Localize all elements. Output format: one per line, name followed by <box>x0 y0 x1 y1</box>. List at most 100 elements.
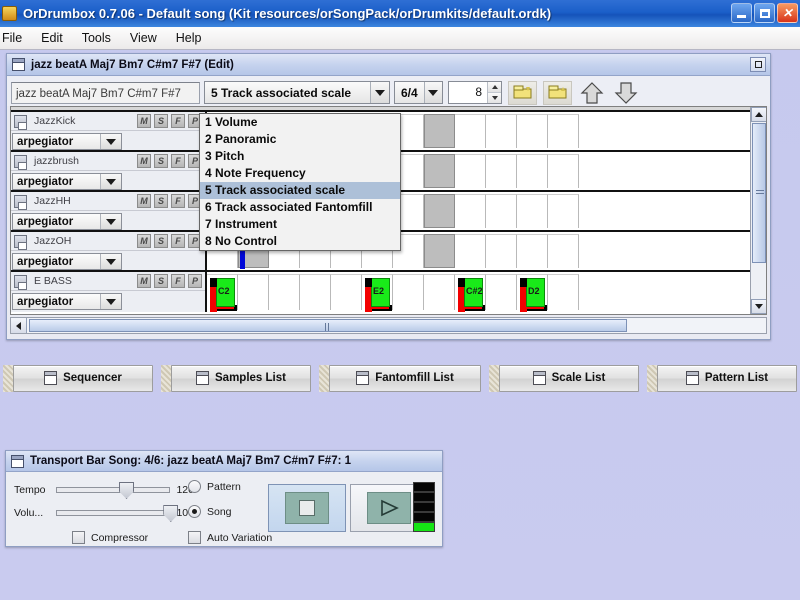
track-generator-combo[interactable]: arpegiator <box>12 293 122 310</box>
vertical-scroll-thumb[interactable] <box>751 123 766 263</box>
grid-horizontal-scrollbar[interactable] <box>10 317 767 334</box>
nav-button-samples-list[interactable]: Samples List <box>171 364 311 392</box>
scroll-left-button[interactable] <box>11 318 27 333</box>
menu-item-file[interactable]: File <box>0 29 31 47</box>
maximize-button[interactable] <box>754 3 775 23</box>
move-up-button[interactable] <box>577 80 606 106</box>
track-button-s[interactable]: S <box>154 194 168 208</box>
pattern-radio[interactable] <box>188 480 201 493</box>
grid-cell[interactable]: C2 <box>207 274 238 312</box>
grid-cell[interactable] <box>424 274 455 310</box>
track-button-s[interactable]: S <box>154 114 168 128</box>
toolbar-grip[interactable] <box>319 364 329 392</box>
toolbar-grip[interactable] <box>3 364 13 392</box>
chevron-down-icon[interactable] <box>100 214 121 229</box>
nav-button-pattern-list[interactable]: Pattern List <box>657 364 797 392</box>
note-block[interactable]: C#2 <box>458 278 485 312</box>
note-block[interactable]: D2 <box>520 278 547 312</box>
compressor-checkbox[interactable] <box>72 531 85 544</box>
grid-cell[interactable] <box>424 234 455 268</box>
nav-button-fantomfill-list[interactable]: Fantomfill List <box>329 364 481 392</box>
grid-cell[interactable] <box>486 234 517 268</box>
grid-cell[interactable] <box>424 114 455 148</box>
track-button-f[interactable]: F <box>171 194 185 208</box>
grid-cell[interactable] <box>269 274 300 310</box>
time-signature-combo[interactable]: 6/4 <box>394 81 443 104</box>
nav-button-scale-list[interactable]: Scale List <box>499 364 639 392</box>
horizontal-scroll-track[interactable] <box>27 318 766 333</box>
grid-cell[interactable] <box>300 274 331 310</box>
menu-item-view[interactable]: View <box>121 29 166 47</box>
spinner-up-button[interactable] <box>488 82 501 93</box>
tempo-slider-thumb[interactable] <box>119 482 135 499</box>
track-generator-combo[interactable]: arpegiator <box>12 253 122 270</box>
volume-slider[interactable] <box>56 505 179 522</box>
grid-cell[interactable]: E2 <box>362 274 393 312</box>
chevron-down-icon[interactable] <box>100 134 121 149</box>
dropdown-option[interactable]: 8 No Control <box>200 233 400 250</box>
move-down-button[interactable] <box>611 80 640 106</box>
menu-item-help[interactable]: Help <box>167 29 211 47</box>
grid-cell[interactable] <box>455 194 486 228</box>
pattern-name-input[interactable]: jazz beatA Maj7 Bm7 C#m7 F#7 <box>11 81 200 104</box>
dropdown-option[interactable]: 6 Track associated Fantomfill <box>200 199 400 216</box>
control-type-dropdown-menu[interactable]: 1 Volume 2 Panoramic 3 Pitch 4 Note Frequen… <box>199 113 401 251</box>
track-button-f[interactable]: F <box>171 234 185 248</box>
dropdown-option[interactable]: 5 Track associated scale <box>200 182 400 199</box>
toolbar-grip[interactable] <box>489 364 499 392</box>
restore-button[interactable] <box>750 57 766 72</box>
dropdown-option[interactable]: 1 Volume <box>200 114 400 131</box>
toolbar-grip[interactable] <box>161 364 171 392</box>
grid-cell[interactable]: D2 <box>517 274 548 312</box>
auto-variation-checkbox[interactable] <box>188 531 201 544</box>
note-block[interactable]: C2 <box>210 278 237 312</box>
chevron-down-icon[interactable] <box>100 254 121 269</box>
track-button-m[interactable]: M <box>137 274 151 288</box>
grid-cell[interactable] <box>455 234 486 268</box>
scroll-down-button[interactable] <box>750 299 766 314</box>
dropdown-option[interactable]: 2 Panoramic <box>200 131 400 148</box>
nav-button-sequencer[interactable]: Sequencer <box>13 364 153 392</box>
chevron-down-icon[interactable] <box>100 294 121 309</box>
toolbar-grip[interactable] <box>647 364 657 392</box>
grid-cell[interactable] <box>331 274 362 310</box>
grid-cell[interactable] <box>455 114 486 148</box>
track-button-p[interactable]: P <box>188 274 202 288</box>
remove-row-button[interactable] <box>543 80 572 105</box>
close-button[interactable]: ✕ <box>777 3 798 23</box>
track-button-m[interactable]: M <box>137 114 151 128</box>
grid-cell[interactable] <box>393 274 424 310</box>
track-button-s[interactable]: S <box>154 234 168 248</box>
grid-cell[interactable] <box>548 154 579 188</box>
track-generator-combo[interactable]: arpegiator <box>12 213 122 230</box>
grid-cell[interactable]: C#2 <box>455 274 486 312</box>
save-icon[interactable] <box>14 194 27 210</box>
grid-cell[interactable] <box>517 194 548 228</box>
grid-cell[interactable] <box>486 194 517 228</box>
track-button-m[interactable]: M <box>137 154 151 168</box>
track-button-m[interactable]: M <box>137 234 151 248</box>
grid-cell[interactable] <box>517 114 548 148</box>
chevron-down-icon[interactable] <box>100 174 121 189</box>
song-radio[interactable] <box>188 505 201 518</box>
grid-cell[interactable] <box>548 114 579 148</box>
tempo-slider[interactable] <box>56 482 171 499</box>
track-button-m[interactable]: M <box>137 194 151 208</box>
minimize-button[interactable] <box>731 3 752 23</box>
spinner-down-button[interactable] <box>488 93 501 103</box>
track-generator-combo[interactable]: arpegiator <box>12 173 122 190</box>
save-icon[interactable] <box>14 114 27 130</box>
grid-cell[interactable] <box>238 274 269 310</box>
grid-cell[interactable] <box>486 274 517 310</box>
menu-item-tools[interactable]: Tools <box>73 29 120 47</box>
grid-cell[interactable] <box>486 154 517 188</box>
dropdown-option[interactable]: 7 Instrument <box>200 216 400 233</box>
horizontal-scroll-thumb[interactable] <box>29 319 627 332</box>
grid-vertical-scrollbar[interactable] <box>750 107 766 314</box>
volume-slider-thumb[interactable] <box>163 505 179 522</box>
dropdown-option[interactable]: 3 Pitch <box>200 148 400 165</box>
track-button-s[interactable]: S <box>154 274 168 288</box>
track-button-f[interactable]: F <box>171 114 185 128</box>
grid-cell[interactable] <box>517 154 548 188</box>
grid-cell[interactable] <box>548 274 579 310</box>
